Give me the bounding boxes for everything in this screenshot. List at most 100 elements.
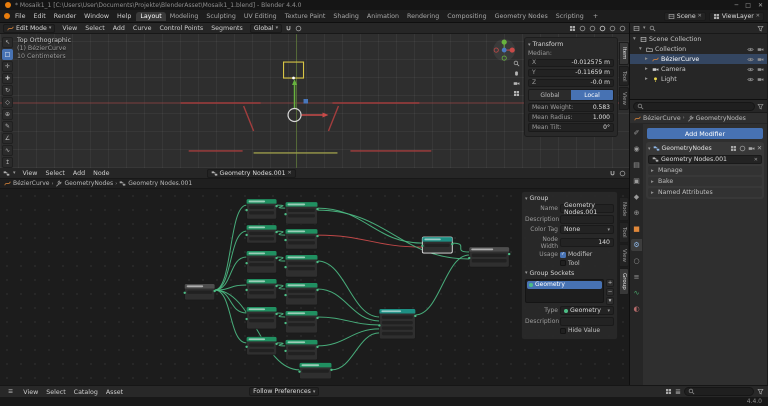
node-sidebar-tab[interactable]: Group <box>619 268 629 295</box>
group-name-field[interactable]: Geometry Nodes.001 <box>560 204 614 213</box>
modifier-name[interactable]: GeometryNodes <box>662 145 712 152</box>
manage-subpanel[interactable]: ▸Manage <box>648 166 762 175</box>
physics-tab[interactable]: ○ <box>631 255 642 267</box>
socket-description-field[interactable] <box>560 317 614 326</box>
group-sockets-list[interactable]: Geometry <box>525 279 604 303</box>
mean-weight-field[interactable]: Mean Weight:0.583 <box>528 103 614 112</box>
viewport-menu[interactable]: Add <box>109 24 129 33</box>
median-z-field[interactable]: Z-0.0 m <box>528 79 614 88</box>
cursor-tool[interactable]: ✛ <box>2 61 13 72</box>
disable-render-camera-icon[interactable] <box>757 66 764 73</box>
thumbnail-view-icon[interactable] <box>665 388 672 395</box>
breadcrumb-object[interactable]: BézierCurve <box>13 180 49 187</box>
usage-tool-row[interactable]: Tool <box>560 260 614 267</box>
add-workspace-button[interactable]: + <box>589 12 602 21</box>
workspace-tab[interactable]: Compositing <box>443 12 490 21</box>
editor-type-icon[interactable] <box>3 170 10 177</box>
viewport-menu[interactable]: Control Points <box>156 24 208 33</box>
group-description-field[interactable] <box>560 215 614 224</box>
workspace-tab[interactable]: Shading <box>329 12 363 21</box>
workspace-tab[interactable]: Animation <box>363 12 403 21</box>
minimize-button[interactable]: ─ <box>735 2 739 9</box>
workspace-tab[interactable]: UV Editing <box>240 12 281 21</box>
hamburger-icon[interactable]: ≡ <box>4 387 17 396</box>
list-view-icon[interactable]: ≣ <box>675 388 681 396</box>
breadcrumb-nodetree[interactable]: Geometry Nodes.001 <box>128 180 192 187</box>
modifier-nodetree-selector[interactable]: Geometry Nodes.001 ✕ <box>648 155 762 164</box>
disable-render-camera-icon[interactable] <box>757 76 764 83</box>
maximize-button[interactable]: □ <box>745 2 751 9</box>
median-y-field[interactable]: Y-0.11659 m <box>528 69 614 78</box>
orientation-dropdown[interactable]: Global▾ <box>250 24 282 33</box>
named-attributes-subpanel[interactable]: ▸Named Attributes <box>648 188 762 197</box>
modifier-checkbox[interactable]: ✓ <box>560 252 566 258</box>
shading-rendered-icon[interactable] <box>619 25 626 32</box>
camera-view-icon[interactable] <box>513 80 520 87</box>
outliner-mode-caret-icon[interactable]: ▾ <box>643 25 646 31</box>
disable-render-camera-icon[interactable] <box>757 46 764 53</box>
shading-material-icon[interactable] <box>609 25 616 32</box>
usage-modifier-row[interactable]: ✓ Modifier <box>560 251 614 258</box>
select-box-tool[interactable]: □ <box>2 49 13 60</box>
global-toggle-button[interactable]: Global <box>529 90 571 100</box>
outliner-row-light[interactable]: ▸ Light <box>630 74 767 84</box>
constraints-tab[interactable]: ≡ <box>631 271 642 283</box>
outliner-row-beziercurve[interactable]: ▸ BézierCurve <box>630 54 767 64</box>
show-gizmo-icon[interactable] <box>569 25 576 32</box>
properties-search-input[interactable] <box>646 103 751 110</box>
bake-subpanel[interactable]: ▸Bake <box>648 177 762 186</box>
scene-selector[interactable]: Scene✕ <box>664 12 706 21</box>
output-tab[interactable]: ▤ <box>631 159 642 171</box>
node-graph-area[interactable]: ▾ Group Name Geometry Nodes.001 Descript… <box>0 189 629 385</box>
workspace-tab[interactable]: Geometry Nodes <box>491 12 552 21</box>
outliner-search-icon[interactable] <box>649 25 656 32</box>
workspace-tab[interactable]: Texture Paint <box>281 12 330 21</box>
hide-viewport-eye-icon[interactable] <box>747 56 754 63</box>
asset-menu[interactable]: Catalog <box>70 388 102 397</box>
tweak-tool[interactable]: ↖ <box>2 37 13 48</box>
toggle-ortho-icon[interactable] <box>513 90 520 97</box>
hide-viewport-eye-icon[interactable] <box>747 46 754 53</box>
asset-search-input[interactable] <box>697 388 750 395</box>
remove-socket-button[interactable]: − <box>606 288 614 296</box>
hide-viewport-eye-icon[interactable] <box>747 66 754 73</box>
node-editor-menu[interactable]: View <box>19 169 42 178</box>
edit-mode-toggle-icon[interactable] <box>730 145 737 152</box>
delete-modifier-icon[interactable]: ✕ <box>757 145 762 152</box>
workspace-tab[interactable]: Rendering <box>403 12 443 21</box>
node-editor-menu[interactable]: Node <box>89 169 113 178</box>
viewport-menu[interactable]: Segments <box>207 24 247 33</box>
blender-menu-icon[interactable] <box>4 13 10 19</box>
asset-menu[interactable]: Select <box>42 388 69 397</box>
mode-dropdown[interactable]: Edit Mode▾ <box>3 24 55 33</box>
viewport-sidebar-tab[interactable]: Item <box>619 42 629 65</box>
asset-filter-icon[interactable] <box>757 388 764 395</box>
move-tool[interactable]: ✚ <box>2 73 13 84</box>
socket-type-dropdown[interactable]: Geometry▾ <box>560 306 614 315</box>
render-toggle-icon[interactable] <box>748 145 755 152</box>
tool-checkbox[interactable] <box>560 260 566 266</box>
breadcrumb-modifier[interactable]: GeometryNodes <box>696 115 746 122</box>
disable-render-camera-icon[interactable] <box>757 56 764 63</box>
outliner-row-collection[interactable]: ▾ Collection <box>630 44 767 54</box>
expander-icon[interactable]: ▾ <box>633 36 638 42</box>
topbar-menu[interactable]: Help <box>113 12 135 21</box>
material-tab[interactable]: ◐ <box>631 303 642 315</box>
outliner-filter-icon[interactable] <box>757 25 764 32</box>
viewport-sidebar-tab[interactable]: Tool <box>619 66 629 87</box>
zoom-icon[interactable] <box>513 60 520 67</box>
outliner-row-camera[interactable]: ▸ Camera <box>630 64 767 74</box>
realtime-toggle-icon[interactable] <box>739 145 746 152</box>
overlays-icon[interactable] <box>579 25 586 32</box>
world-tab[interactable]: ⊕ <box>631 207 642 219</box>
shading-solid-icon[interactable] <box>599 25 606 32</box>
object-tab[interactable]: ■ <box>631 223 642 235</box>
outliner-row-scene-collection[interactable]: ▾ Scene Collection <box>630 34 767 44</box>
socket-specials-button[interactable]: ▾ <box>606 297 614 305</box>
workspace-tab[interactable]: Modeling <box>166 12 203 21</box>
hide-value-row[interactable]: Hide Value <box>560 327 614 334</box>
node-width-field[interactable]: 140 <box>560 238 614 247</box>
import-method-dropdown[interactable]: Follow Preferences▾ <box>249 387 319 396</box>
node-overlays-icon[interactable] <box>619 170 626 177</box>
group-collapse-icon[interactable]: ▾ <box>525 196 528 202</box>
